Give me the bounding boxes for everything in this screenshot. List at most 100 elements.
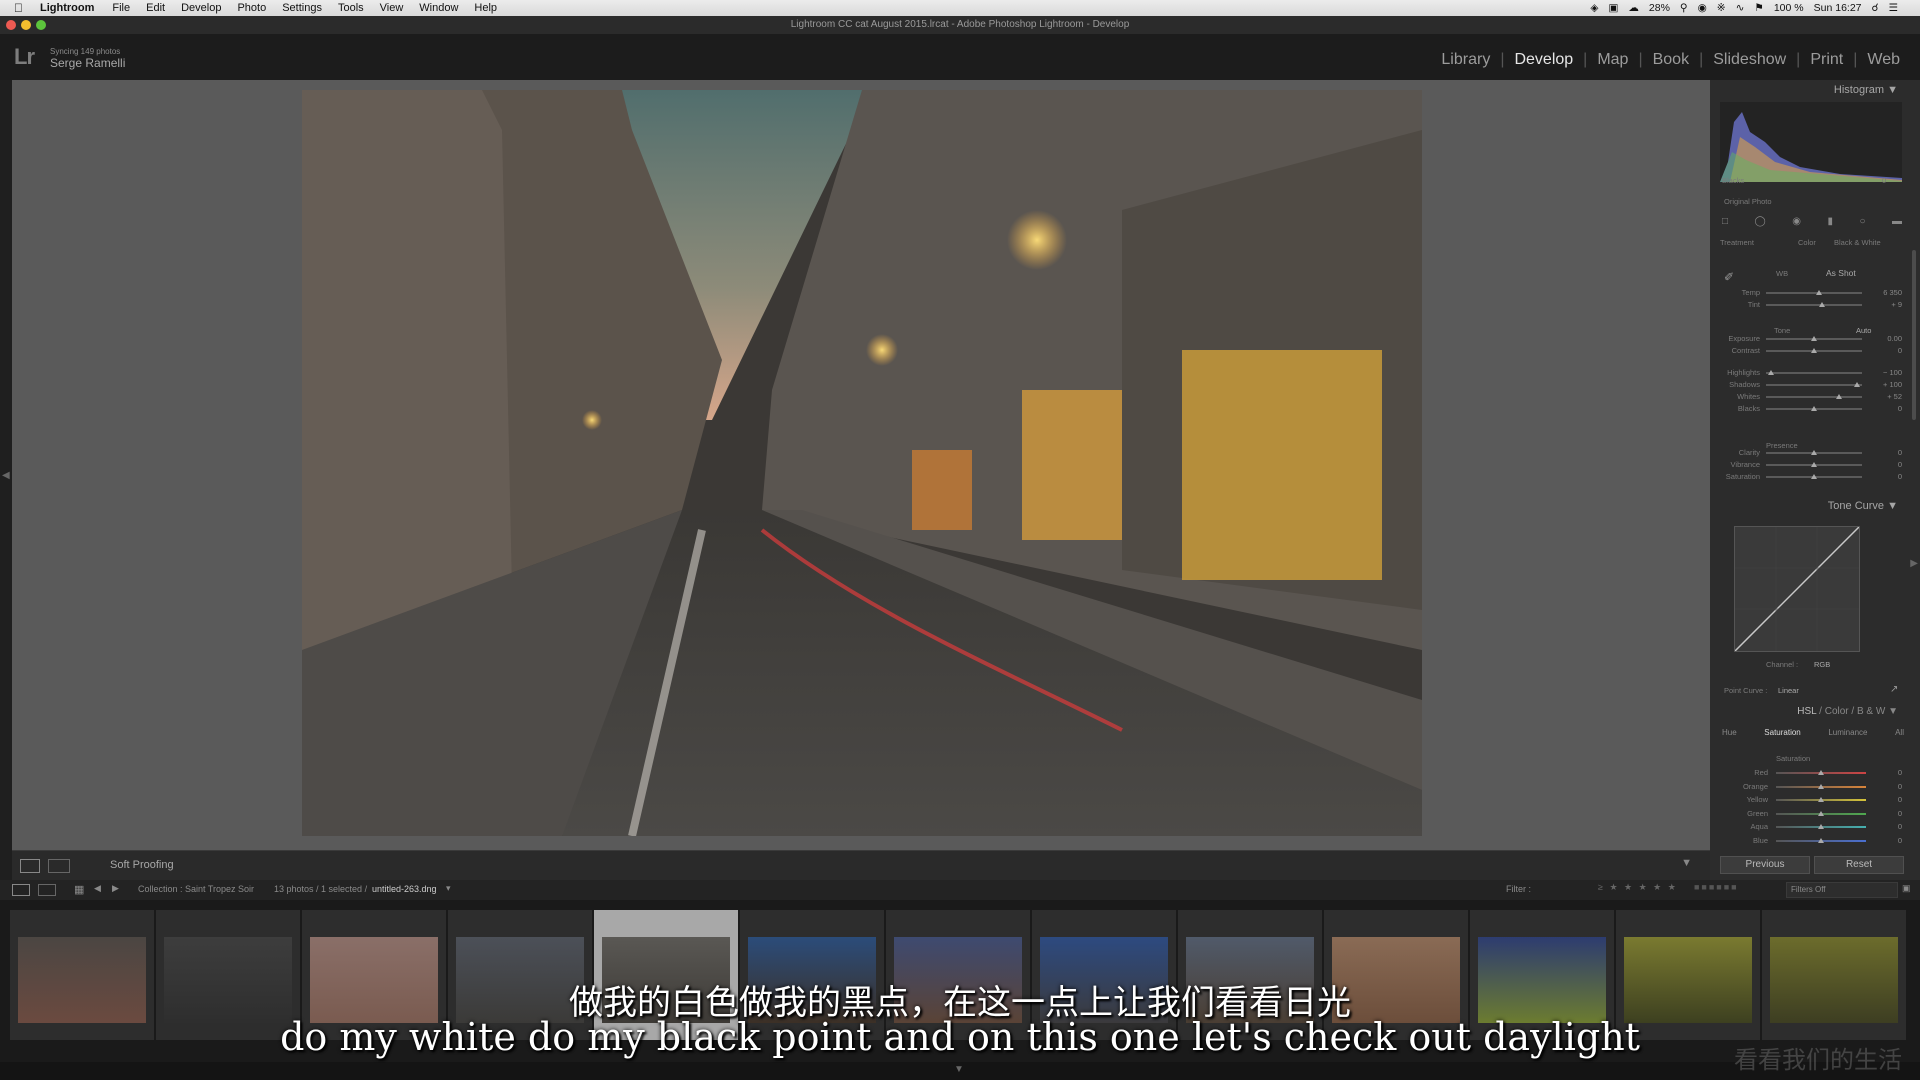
module-book[interactable]: Book xyxy=(1643,51,1699,69)
module-print[interactable]: Print xyxy=(1800,51,1853,69)
slider-shadows[interactable] xyxy=(1766,384,1862,386)
module-develop[interactable]: Develop xyxy=(1504,51,1583,69)
slider-value-clarity[interactable]: 0 xyxy=(1872,448,1902,457)
slider-value-temp[interactable]: 6 350 xyxy=(1872,288,1902,297)
red-eye-icon[interactable]: ◉ xyxy=(1792,216,1801,230)
slider-value-exposure[interactable]: 0.00 xyxy=(1872,334,1902,343)
hsl-slider-knob-blue[interactable] xyxy=(1818,837,1824,843)
notification-icon[interactable]: ☰ xyxy=(1889,2,1898,14)
hsl-slider-knob-red[interactable] xyxy=(1818,770,1824,775)
treatment-color[interactable]: Color xyxy=(1798,238,1816,247)
hsl-slider-knob-green[interactable] xyxy=(1818,810,1824,816)
slider-knob-shadows[interactable] xyxy=(1854,382,1861,387)
close-window-icon[interactable] xyxy=(6,20,16,30)
reset-button[interactable]: Reset xyxy=(1814,856,1904,874)
wb-eyedropper-icon[interactable]: ✐ xyxy=(1724,270,1734,284)
second-window-alt-icon[interactable] xyxy=(38,884,56,896)
soft-proofing-checkbox[interactable]: Soft Proofing xyxy=(110,859,174,871)
bluetooth-icon[interactable]: ※ xyxy=(1717,2,1726,14)
flag-icon[interactable]: ⚑ xyxy=(1754,2,1763,14)
slider-knob-exposure[interactable] xyxy=(1811,336,1817,341)
bottom-panel-toggle[interactable]: ▼ xyxy=(0,1062,1920,1080)
tone-auto-button[interactable]: Auto xyxy=(1856,326,1871,335)
radial-filter-icon[interactable]: ○ xyxy=(1859,216,1865,230)
minimize-window-icon[interactable] xyxy=(21,20,31,30)
adjustment-brush-icon[interactable]: ▬ xyxy=(1892,216,1902,230)
module-slideshow[interactable]: Slideshow xyxy=(1703,51,1796,69)
zoom-window-icon[interactable] xyxy=(36,20,46,30)
module-map[interactable]: Map xyxy=(1587,51,1638,69)
slider-knob-vibrance[interactable] xyxy=(1811,462,1817,467)
hsl-tab-hue[interactable]: Hue xyxy=(1722,728,1737,737)
histogram-header[interactable]: Histogram ▼ xyxy=(1710,84,1898,100)
slider-value-whites[interactable]: + 52 xyxy=(1872,392,1902,401)
key-icon[interactable]: ⚲ xyxy=(1680,2,1688,14)
hsl-value-green[interactable]: 0 xyxy=(1872,809,1902,818)
wifi-icon[interactable]: ∿ xyxy=(1736,2,1745,14)
right-panel-scrollbar[interactable] xyxy=(1912,250,1916,420)
left-panel-collapsed[interactable]: ◀ xyxy=(0,80,12,880)
slider-highlights[interactable] xyxy=(1766,372,1862,374)
bottom-toggle-icon[interactable]: ▼ xyxy=(954,1064,964,1075)
battery-readout[interactable]: 100 % xyxy=(1774,2,1804,14)
graduated-filter-icon[interactable]: ▮ xyxy=(1827,216,1833,230)
hsl-value-red[interactable]: 0 xyxy=(1872,768,1902,777)
develop-canvas[interactable] xyxy=(12,80,1710,850)
selected-filename[interactable]: untitled-263.dng xyxy=(372,884,437,894)
tone-curve-header[interactable]: Tone Curve ▼ xyxy=(1710,500,1898,516)
hsl-slider-knob-yellow[interactable] xyxy=(1818,797,1824,802)
menu-develop[interactable]: Develop xyxy=(181,2,221,14)
slider-whites[interactable] xyxy=(1766,396,1862,398)
slider-knob-saturation[interactable] xyxy=(1811,474,1817,479)
point-curve-dropdown[interactable]: Linear xyxy=(1778,686,1799,695)
slider-value-saturation[interactable]: 0 xyxy=(1872,472,1902,481)
loupe-view-icon[interactable] xyxy=(20,859,40,873)
slider-value-vibrance[interactable]: 0 xyxy=(1872,460,1902,469)
toolbar-options-chevron-icon[interactable]: ▼ xyxy=(1681,857,1692,869)
menu-window[interactable]: Window xyxy=(419,2,458,14)
menu-view[interactable]: View xyxy=(380,2,404,14)
slider-knob-temp[interactable] xyxy=(1815,290,1822,295)
slider-knob-contrast[interactable] xyxy=(1811,348,1817,353)
color-label-filters[interactable]: ■■■■■■ xyxy=(1694,882,1739,892)
module-web[interactable]: Web xyxy=(1857,51,1910,69)
menu-help[interactable]: Help xyxy=(474,2,497,14)
slider-value-contrast[interactable]: 0 xyxy=(1872,346,1902,355)
back-arrow-icon[interactable]: ◀ xyxy=(94,883,101,894)
menu-file[interactable]: File xyxy=(112,2,130,14)
second-window-icon[interactable] xyxy=(12,884,30,896)
slider-knob-whites[interactable] xyxy=(1835,394,1842,399)
before-after-icon[interactable] xyxy=(48,859,70,873)
slider-value-blacks[interactable]: 0 xyxy=(1872,404,1902,413)
treatment-bw[interactable]: Black & White xyxy=(1834,238,1881,247)
slider-tint[interactable] xyxy=(1766,304,1862,306)
hsl-value-aqua[interactable]: 0 xyxy=(1872,822,1902,831)
spotlight-icon[interactable]: ☌ xyxy=(1872,2,1879,14)
histogram-graph[interactable] xyxy=(1720,102,1902,182)
sync-status[interactable]: Syncing 149 photos xyxy=(50,47,120,56)
hsl-tab-saturation[interactable]: Saturation xyxy=(1764,728,1800,737)
hsl-color-title[interactable]: Color xyxy=(1825,706,1849,717)
wb-dropdown[interactable]: As Shot xyxy=(1826,268,1856,278)
slider-knob-clarity[interactable] xyxy=(1811,450,1817,455)
photo-preview[interactable] xyxy=(302,90,1422,836)
point-curve-edit-icon[interactable]: ↗ xyxy=(1890,684,1898,695)
slider-knob-tint[interactable] xyxy=(1818,302,1825,307)
rating-filter-stars[interactable]: ≥ ★ ★ ★ ★ ★ xyxy=(1598,882,1678,893)
filename-dropdown-icon[interactable]: ▾ xyxy=(446,883,451,894)
menu-app-name[interactable]: Lightroom xyxy=(40,2,94,14)
slider-value-highlights[interactable]: − 100 xyxy=(1872,368,1902,377)
collection-path[interactable]: Collection : Saint Tropez Soir xyxy=(138,884,254,894)
filter-lock-icon[interactable]: ▣ xyxy=(1902,883,1911,894)
hsl-title[interactable]: HSL xyxy=(1797,706,1816,717)
clock[interactable]: Sun 16:27 xyxy=(1814,2,1862,14)
slider-temp[interactable] xyxy=(1766,292,1862,294)
menu-settings[interactable]: Settings xyxy=(282,2,322,14)
apple-menu-icon[interactable]:  xyxy=(14,1,30,15)
menu-tools[interactable]: Tools xyxy=(338,2,364,14)
previous-button[interactable]: Previous xyxy=(1720,856,1810,874)
original-photo-checkbox[interactable]: Original Photo xyxy=(1724,197,1772,206)
screen-icon[interactable]: ▣ xyxy=(1608,2,1618,14)
dropbox-icon[interactable]: ◈ xyxy=(1590,2,1598,14)
filters-off-dropdown[interactable]: Filters Off xyxy=(1786,882,1898,898)
